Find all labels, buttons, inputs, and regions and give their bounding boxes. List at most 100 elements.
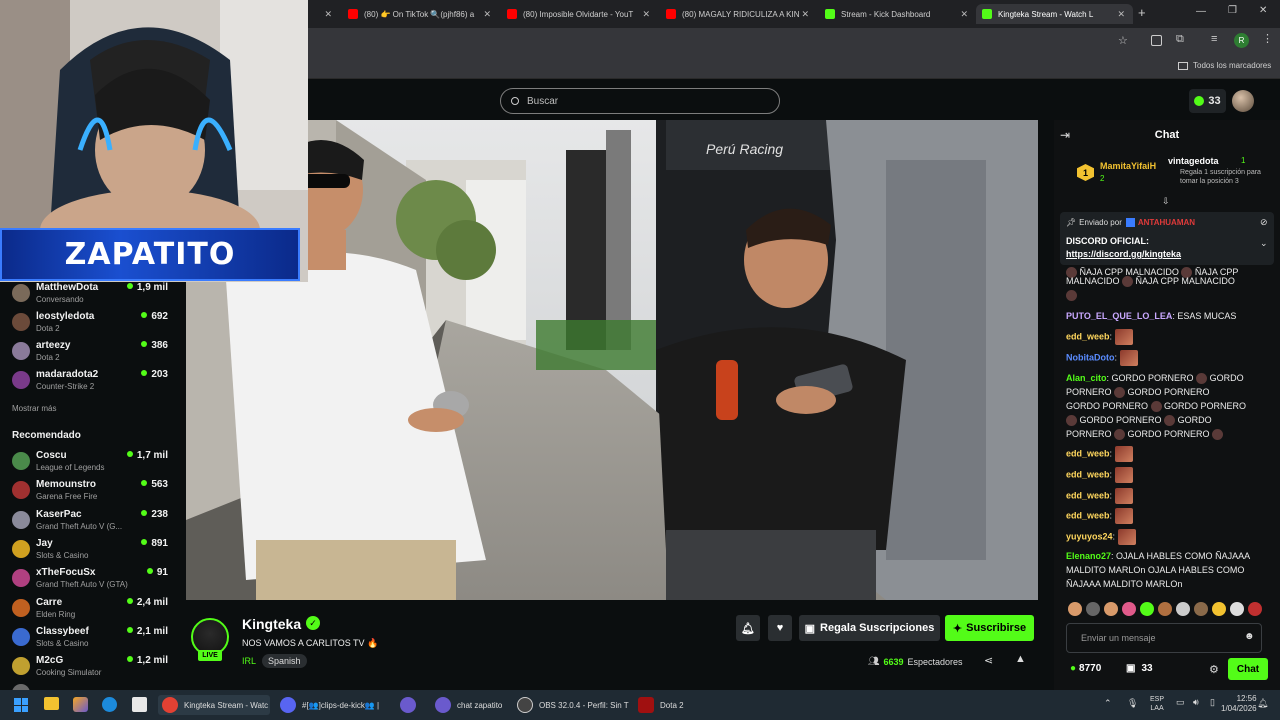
show-more-link[interactable]: Mostrar más	[12, 404, 56, 413]
send-chat-button[interactable]: Chat	[1228, 658, 1268, 680]
edge-icon[interactable]	[102, 697, 117, 712]
streamer-name[interactable]: Kingteka	[242, 616, 301, 632]
close-icon[interactable]: ✕	[642, 9, 650, 20]
battery-icon[interactable]: ▯	[1210, 697, 1215, 708]
taskbar-app-discord[interactable]: #[👥]clips-de-kick👥 |	[280, 695, 392, 715]
media-icon[interactable]: ≡	[1211, 33, 1217, 45]
taskbar-app-chat[interactable]: chat zapatito	[435, 695, 507, 715]
taskbar-app[interactable]	[400, 695, 424, 715]
close-icon[interactable]: ✕	[960, 9, 968, 20]
volume-icon[interactable]: 🔊︎	[1193, 697, 1199, 708]
sidebar-channel[interactable]: Jay Slots & Casino 891	[12, 538, 168, 564]
chat-settings-icon[interactable]: ⚙	[1209, 663, 1219, 676]
youtube-icon	[507, 9, 517, 19]
emote[interactable]	[1212, 602, 1226, 616]
sidebar-channel[interactable]: Classybeef Slots & Casino 2,1 mil	[12, 626, 168, 652]
browser-tab[interactable]: (80) Imposible Olvidarte - YouT ✕	[501, 4, 658, 24]
emote[interactable]	[1176, 602, 1190, 616]
taskbar-app-obs[interactable]: OBS 32.0.4 - Perfil: Sin T	[517, 695, 629, 715]
sidebar-channel[interactable]: madaradota2 Counter-Strike 2 203	[12, 369, 168, 395]
emote[interactable]	[1230, 602, 1244, 616]
channel-points[interactable]: ● 8770	[1070, 663, 1101, 674]
emote[interactable]	[1248, 602, 1262, 616]
emote[interactable]	[1104, 602, 1118, 616]
pinned-sender[interactable]: ANTAHUAMAN	[1138, 218, 1195, 227]
report-icon[interactable]: ▲	[1015, 653, 1026, 665]
close-icon[interactable]: ✕	[801, 9, 809, 20]
menu-icon[interactable]: ⋮	[1262, 32, 1273, 45]
close-icon[interactable]: ✕	[324, 9, 332, 20]
profile-avatar[interactable]: R	[1234, 33, 1249, 48]
category-link[interactable]: IRL	[242, 656, 256, 666]
taskbar-app-dota[interactable]: Dota 2	[638, 695, 698, 715]
channel-name: Jay	[36, 537, 53, 549]
app-icon[interactable]	[73, 697, 88, 712]
sidebar-channel[interactable]: M2cG Cooking Simulator 1,2 mil	[12, 655, 168, 681]
sidebar-channel[interactable]: KaserPac Grand Theft Auto V (G... 238	[12, 509, 168, 535]
emote[interactable]	[1068, 602, 1082, 616]
gift-subs-button[interactable]: ▣ Regala Suscripciones	[799, 615, 940, 641]
start-button[interactable]	[14, 698, 28, 712]
kick-points-button[interactable]: 33	[1189, 89, 1226, 113]
share-icon[interactable]: ⋖	[984, 654, 993, 667]
new-tab-button[interactable]: +	[1138, 5, 1146, 20]
chat-gifts[interactable]: ▣ 33	[1126, 663, 1153, 674]
chat-input[interactable]: Enviar un mensaje	[1066, 623, 1262, 653]
sidebar-channel[interactable]: Memounstro Garena Free Fire 563	[12, 479, 168, 505]
emote	[1114, 508, 1133, 524]
subscribe-button[interactable]: ✦ Suscribirse	[945, 615, 1034, 641]
all-bookmarks-button[interactable]: Todos los marcadores	[1178, 61, 1271, 70]
emote[interactable]	[1140, 602, 1154, 616]
sidebar-channel[interactable]: leostyledota Dota 2 692	[12, 311, 168, 337]
unpin-icon[interactable]: ⊘	[1260, 217, 1268, 228]
taskbar: Kingteka Stream - Watc #[👥]clips-de-kick…	[0, 690, 1280, 720]
sidebar-channel[interactable]: xTheFocuSx Grand Theft Auto V (GTA) 91	[12, 567, 168, 593]
pinned-link[interactable]: https://discord.gg/kingteka	[1066, 249, 1181, 259]
close-icon[interactable]: ✕	[1117, 9, 1125, 20]
video-player[interactable]: Perú Racing	[186, 120, 1038, 600]
file-explorer-icon[interactable]	[44, 697, 59, 710]
taskbar-app-chrome[interactable]: Kingteka Stream - Watc	[158, 695, 270, 715]
bookmark-star-icon[interactable]: ☆	[1118, 34, 1128, 47]
sidebar-channel[interactable]: MatthewDota Conversando 1,9 mil	[12, 282, 168, 308]
pinned-sent-by-label: Enviado por	[1079, 218, 1122, 227]
cast-icon[interactable]	[1151, 35, 1162, 46]
sidebar-channel[interactable]: arteezy Dota 2 386	[12, 340, 168, 366]
emote[interactable]	[1194, 602, 1208, 616]
clock[interactable]: 12:56 1/04/2026	[1221, 694, 1257, 714]
gift-user[interactable]: vintagedota	[1168, 156, 1219, 166]
browser-tab[interactable]: Stream - Kick Dashboard ✕	[819, 4, 976, 24]
emote[interactable]	[1122, 602, 1136, 616]
window-close-icon[interactable]: ✕	[1259, 5, 1267, 16]
user-avatar[interactable]	[1232, 90, 1254, 112]
store-icon[interactable]	[132, 697, 147, 712]
channel-avatar	[12, 481, 30, 500]
browser-tab[interactable]: (80) 👉 On TikTok 🔍(pjhf86) a ✕	[342, 4, 499, 24]
network-icon[interactable]: ▭	[1176, 697, 1185, 708]
microphone-icon[interactable]: 🎙︎	[1127, 698, 1138, 709]
window-maximize-icon[interactable]: ❐	[1228, 5, 1237, 16]
emote	[1114, 467, 1133, 483]
browser-tab-active[interactable]: Kingteka Stream - Watch L ✕	[976, 4, 1133, 24]
tray-chevron-icon[interactable]: ⌃	[1104, 698, 1112, 709]
search-input[interactable]: Buscar	[500, 88, 780, 114]
window-minimize-icon[interactable]: —	[1196, 6, 1206, 17]
sidebar-channel[interactable]: Coscu League of Legends 1,7 mil	[12, 450, 168, 476]
emote[interactable]	[1086, 602, 1100, 616]
chevron-down-icon[interactable]: ⌄	[1260, 238, 1268, 249]
emoji-icon[interactable]: ☻	[1244, 631, 1255, 642]
expand-leaderboard-icon[interactable]: ⇩	[1162, 196, 1170, 207]
close-icon[interactable]: ✕	[483, 9, 491, 20]
channel-avatar	[12, 313, 30, 331]
notifications-button[interactable]: 🔔︎	[736, 615, 760, 641]
follow-button[interactable]: ♥	[768, 615, 792, 641]
sidebar-channel[interactable]: Carre Elden Ring 2,4 mil	[12, 597, 168, 623]
extensions-icon[interactable]: ⧉	[1176, 33, 1184, 46]
leaderboard-user[interactable]: MamitaYifaiH	[1100, 161, 1156, 171]
language-tag[interactable]: Spanish	[262, 654, 307, 668]
emote	[1114, 329, 1133, 345]
emote[interactable]	[1158, 602, 1172, 616]
notifications-icon[interactable]: 🔔︎	[1257, 698, 1268, 709]
browser-tab[interactable]: (80) MAGALY RIDICULIZA A KIN ✕	[660, 4, 817, 24]
language-indicator[interactable]: ESP LAA	[1150, 695, 1164, 713]
